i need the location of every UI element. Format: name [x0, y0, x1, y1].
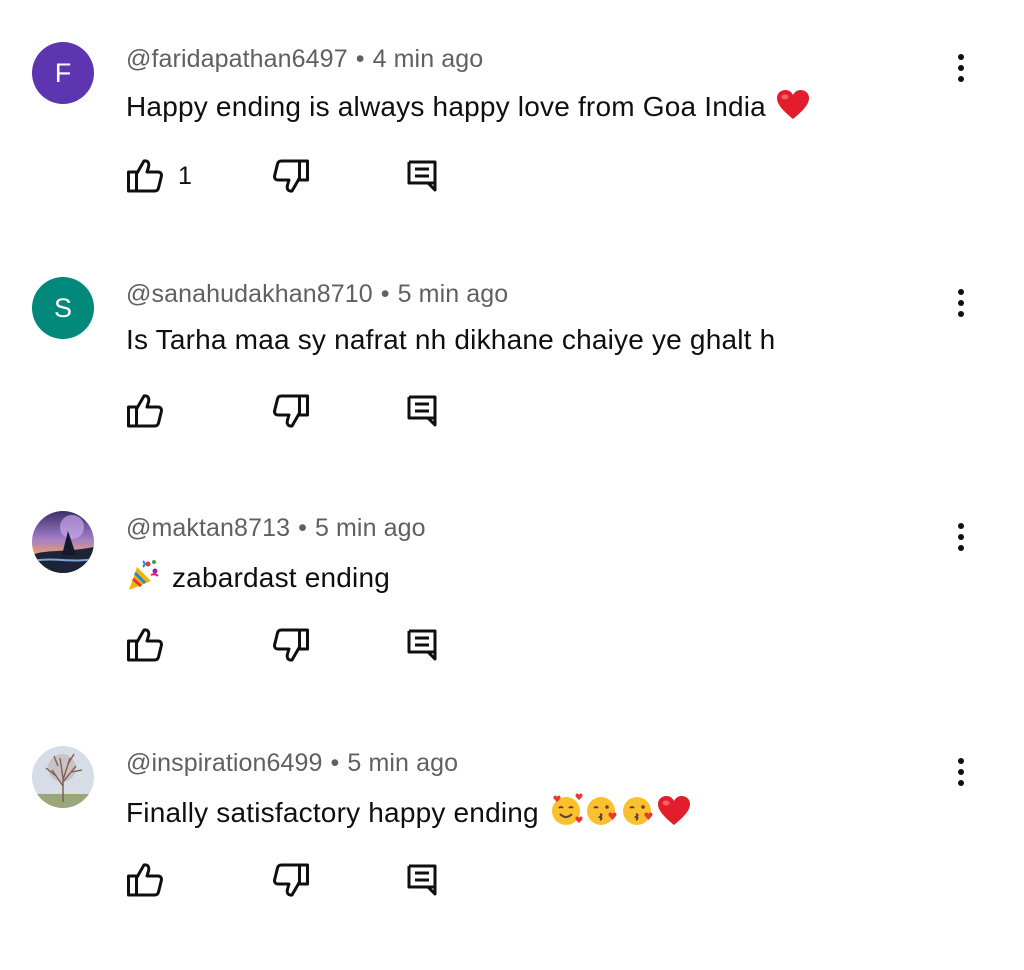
smiling-face-with-hearts-emoji-icon	[549, 793, 583, 834]
thumbs-down-icon	[273, 394, 309, 428]
comment-meta: @faridapathan6497 • 4 min ago	[126, 45, 483, 74]
thumbs-up-icon	[127, 394, 163, 428]
comment-body: zabardast ending	[171, 562, 391, 593]
thumbs-up-icon	[127, 628, 163, 662]
dislike-button[interactable]	[272, 623, 310, 667]
avatar[interactable]: F	[32, 42, 94, 104]
comment-actions	[0, 623, 600, 667]
reply-icon	[407, 160, 437, 192]
comment-item: @maktan8713 • 5 min ago zabardast ending	[0, 501, 1024, 735]
reply-button[interactable]	[406, 389, 438, 433]
comment-author[interactable]: @maktan8713	[126, 514, 290, 542]
dislike-button[interactable]	[272, 858, 310, 902]
like-button[interactable]: 1	[126, 154, 192, 198]
comment-meta: @sanahudakhan8710 • 5 min ago	[126, 280, 508, 309]
more-options-icon[interactable]	[946, 281, 976, 325]
reply-icon	[407, 864, 437, 896]
meta-separator: •	[355, 45, 365, 73]
comment-time[interactable]: 4 min ago	[373, 45, 484, 73]
avatar[interactable]: S	[32, 277, 94, 339]
comment-actions	[0, 858, 600, 902]
comment-item: @inspiration6499 • 5 min ago Finally satis…	[0, 736, 1024, 970]
comment-item: S @sanahudakhan8710 • 5 min ago Is Tarha m…	[0, 267, 1024, 501]
comment-actions	[0, 389, 600, 433]
avatar-letter: F	[54, 57, 72, 88]
reply-icon	[407, 629, 437, 661]
comment-time[interactable]: 5 min ago	[398, 280, 509, 308]
reply-button[interactable]	[406, 154, 438, 198]
comment-author[interactable]: @inspiration6499	[126, 749, 323, 777]
party-popper-emoji-icon	[126, 558, 160, 599]
reply-button[interactable]	[406, 623, 438, 667]
comment-meta: @inspiration6499 • 5 min ago	[126, 749, 458, 778]
comment-body: Finally satisfactory happy ending	[126, 797, 539, 828]
dislike-button[interactable]	[272, 389, 310, 433]
thumbs-up-icon	[127, 863, 163, 897]
avatar-photo-icon	[32, 746, 94, 808]
comment-text: Is Tarha maa sy nafrat nh dikhane chaiye…	[126, 324, 775, 356]
reply-icon	[407, 395, 437, 427]
comment-actions: 1	[0, 154, 600, 198]
comment-text: zabardast ending	[126, 558, 390, 599]
face-blowing-kiss-emoji-icon	[621, 793, 655, 834]
comment-body: Is Tarha maa sy nafrat nh dikhane chaiye…	[126, 324, 776, 355]
dislike-button[interactable]	[272, 154, 310, 198]
avatar-letter: S	[53, 292, 72, 323]
comment-body: Happy ending is always happy love from G…	[126, 91, 766, 122]
more-options-icon[interactable]	[946, 750, 976, 794]
comment-text: Happy ending is always happy love from G…	[126, 89, 810, 128]
more-options-icon[interactable]	[946, 46, 976, 90]
comment-text: Finally satisfactory happy ending	[126, 793, 691, 834]
face-blowing-kiss-emoji-icon	[585, 793, 619, 834]
thumbs-down-icon	[273, 159, 309, 193]
comment-author[interactable]: @sanahudakhan8710	[126, 280, 373, 308]
comment-time[interactable]: 5 min ago	[315, 514, 426, 542]
thumbs-up-icon	[127, 159, 163, 193]
comment-author[interactable]: @faridapathan6497	[126, 45, 348, 73]
avatar[interactable]	[32, 511, 94, 573]
avatar-photo-icon	[32, 511, 94, 573]
meta-separator: •	[380, 280, 390, 308]
like-button[interactable]	[126, 623, 164, 667]
more-options-icon[interactable]	[946, 515, 976, 559]
heart-emoji-icon	[657, 795, 691, 834]
avatar[interactable]	[32, 746, 94, 808]
meta-separator: •	[298, 514, 307, 542]
heart-emoji-icon	[776, 89, 810, 128]
like-button[interactable]	[126, 858, 164, 902]
like-button[interactable]	[126, 389, 164, 433]
comment-item: F @faridapathan6497 • 4 min ago Happy endi…	[0, 32, 1024, 266]
comment-meta: @maktan8713 • 5 min ago	[126, 514, 426, 543]
thumbs-down-icon	[273, 863, 309, 897]
thumbs-down-icon	[273, 628, 309, 662]
comment-time[interactable]: 5 min ago	[347, 749, 458, 777]
reply-button[interactable]	[406, 858, 438, 902]
meta-separator: •	[330, 749, 340, 777]
like-count: 1	[178, 161, 192, 190]
